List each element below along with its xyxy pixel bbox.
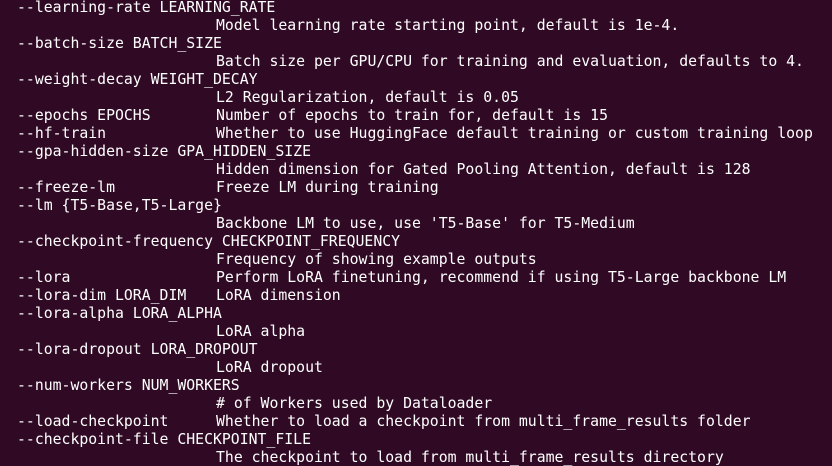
terminal-window[interactable]: --learning-rate LEARNING_RATE Model learn… xyxy=(0,0,832,466)
option-flag: --lora xyxy=(17,269,71,286)
option-description: The checkpoint to load from multi_frame_… xyxy=(216,449,724,466)
option-description: Whether to load a checkpoint from multi_… xyxy=(216,413,751,430)
option-flag: --num-workers NUM_WORKERS xyxy=(17,377,240,394)
option-description: LoRA dimension xyxy=(216,287,341,304)
option-flag: --batch-size BATCH_SIZE xyxy=(17,35,222,52)
option-flag: --gpa-hidden-size GPA_HIDDEN_SIZE xyxy=(17,143,311,160)
option-description: Batch size per GPU/CPU for training and … xyxy=(216,53,804,70)
help-line: LoRA dropout xyxy=(0,359,832,377)
help-line: --batch-size BATCH_SIZE xyxy=(0,35,832,53)
option-flag: --load-checkpoint xyxy=(17,413,169,430)
help-line: --checkpoint-file CHECKPOINT_FILE xyxy=(0,431,832,449)
help-line: --hf-train Whether to use HuggingFace def… xyxy=(0,125,832,143)
option-flag: --lora-dim LORA_DIM xyxy=(17,287,187,304)
option-description: Hidden dimension for Gated Pooling Atten… xyxy=(216,161,751,178)
option-description: Whether to use HuggingFace default train… xyxy=(216,125,813,142)
help-line: Batch size per GPU/CPU for training and … xyxy=(0,53,832,71)
option-flag: --lora-alpha LORA_ALPHA xyxy=(17,305,222,322)
help-line: --freeze-lm Freeze LM during training xyxy=(0,179,832,197)
option-description: Perform LoRA finetuning, recommend if us… xyxy=(216,269,787,286)
option-description: Backbone LM to use, use 'T5-Base' for T5… xyxy=(216,215,635,232)
option-description: Freeze LM during training xyxy=(216,179,439,196)
help-line: # of Workers used by Dataloader xyxy=(0,395,832,413)
help-line: Hidden dimension for Gated Pooling Atten… xyxy=(0,161,832,179)
help-line: Model learning rate starting point, defa… xyxy=(0,17,832,35)
help-line: --epochs EPOCHS Number of epochs to train… xyxy=(0,107,832,125)
option-description: Model learning rate starting point, defa… xyxy=(216,17,680,34)
help-line: Backbone LM to use, use 'T5-Base' for T5… xyxy=(0,215,832,233)
option-description: Number of epochs to train for, default i… xyxy=(216,107,608,124)
help-output: --learning-rate LEARNING_RATE Model learn… xyxy=(0,0,832,466)
option-flag: --lm {T5-Base,T5-Large} xyxy=(17,197,222,214)
option-description: LoRA dropout xyxy=(216,359,323,376)
help-line: --gpa-hidden-size GPA_HIDDEN_SIZE xyxy=(0,143,832,161)
option-description: LoRA alpha xyxy=(216,323,306,340)
option-description: Frequency of showing example outputs xyxy=(216,251,537,268)
option-description: # of Workers used by Dataloader xyxy=(216,395,493,412)
help-line: --lora-alpha LORA_ALPHA xyxy=(0,305,832,323)
option-flag: --checkpoint-frequency CHECKPOINT_FREQUE… xyxy=(17,233,401,250)
option-flag: --weight-decay WEIGHT_DECAY xyxy=(17,71,258,88)
option-flag: --checkpoint-file CHECKPOINT_FILE xyxy=(17,431,311,448)
option-flag: --learning-rate LEARNING_RATE xyxy=(17,0,276,16)
help-line: L2 Regularization, default is 0.05 xyxy=(0,89,832,107)
help-line: The checkpoint to load from multi_frame_… xyxy=(0,449,832,466)
help-line: --load-checkpoint Whether to load a check… xyxy=(0,413,832,431)
option-flag: --epochs EPOCHS xyxy=(17,107,151,124)
help-line: LoRA alpha xyxy=(0,323,832,341)
help-line: --lora-dim LORA_DIM LoRA dimension xyxy=(0,287,832,305)
help-line: --lora Perform LoRA finetuning, recommend… xyxy=(0,269,832,287)
help-line: Frequency of showing example outputs xyxy=(0,251,832,269)
option-flag: --hf-train xyxy=(17,125,107,142)
option-description: L2 Regularization, default is 0.05 xyxy=(216,89,519,106)
help-line: --learning-rate LEARNING_RATE xyxy=(0,0,832,17)
help-line: --num-workers NUM_WORKERS xyxy=(0,377,832,395)
help-line: --lm {T5-Base,T5-Large} xyxy=(0,197,832,215)
help-line: --lora-dropout LORA_DROPOUT xyxy=(0,341,832,359)
option-flag: --freeze-lm xyxy=(17,179,115,196)
option-flag: --lora-dropout LORA_DROPOUT xyxy=(17,341,258,358)
help-line: --checkpoint-frequency CHECKPOINT_FREQUE… xyxy=(0,233,832,251)
help-line: --weight-decay WEIGHT_DECAY xyxy=(0,71,832,89)
